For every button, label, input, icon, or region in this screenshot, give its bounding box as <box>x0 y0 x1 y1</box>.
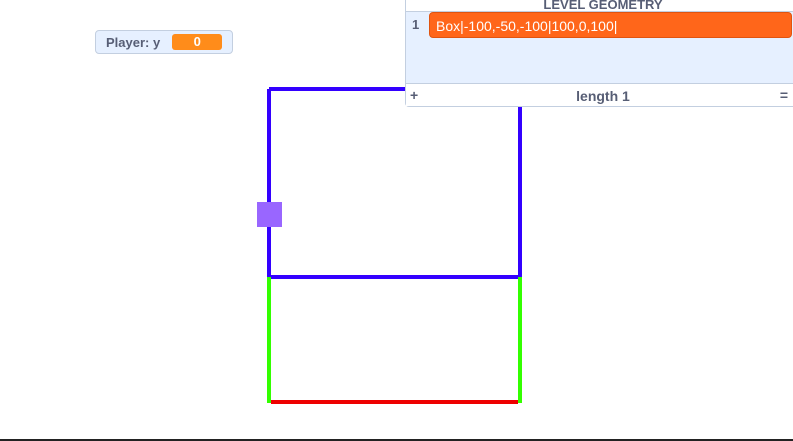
list-monitor[interactable]: LEVEL GEOMETRY 1 Box|-100,-50,-100|100,0… <box>405 0 793 107</box>
list-item-index: 1 <box>412 17 420 32</box>
resize-handle[interactable]: = <box>780 87 788 103</box>
variable-monitor[interactable]: Player: y 0 <box>95 30 234 54</box>
list-row: 1 Box|-100,-50,-100|100,0,100| <box>406 11 793 39</box>
list-length: length 1 <box>576 88 630 104</box>
variable-value: 0 <box>172 34 223 50</box>
list-footer: + length 1 = <box>406 83 793 106</box>
player-sprite[interactable] <box>257 202 282 227</box>
list-item[interactable]: Box|-100,-50,-100|100,0,100| <box>429 12 792 38</box>
variable-label: Player: y <box>106 34 161 50</box>
